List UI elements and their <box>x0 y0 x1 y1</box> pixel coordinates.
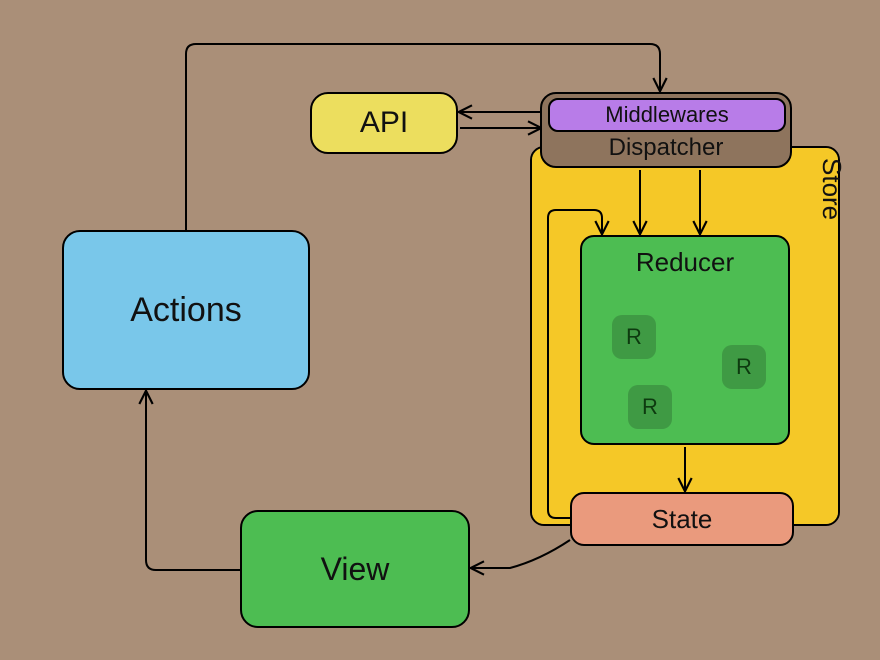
store-label: Store <box>816 158 847 220</box>
reducer-label: Reducer <box>636 247 734 278</box>
dispatcher-label: Dispatcher <box>542 134 790 162</box>
view-label: View <box>321 551 390 588</box>
diagram-canvas: Store Actions API Middlewares Dispatcher… <box>0 0 880 660</box>
view-box: View <box>240 510 470 628</box>
state-label: State <box>652 504 713 535</box>
api-label: API <box>360 106 408 140</box>
api-box: API <box>310 92 458 154</box>
sub-reducer-1: R <box>612 315 656 359</box>
middlewares-box: Middlewares <box>548 98 786 132</box>
middlewares-label: Middlewares <box>605 102 729 128</box>
reducer-box: Reducer R R R <box>580 235 790 445</box>
state-box: State <box>570 492 794 546</box>
edge-view-to-actions <box>146 392 240 570</box>
actions-label: Actions <box>130 291 242 330</box>
edge-state-to-view <box>472 540 570 568</box>
actions-box: Actions <box>62 230 310 390</box>
sub-reducer-2: R <box>722 345 766 389</box>
sub-reducer-3: R <box>628 385 672 429</box>
dispatcher-box: Middlewares Dispatcher <box>540 92 792 168</box>
